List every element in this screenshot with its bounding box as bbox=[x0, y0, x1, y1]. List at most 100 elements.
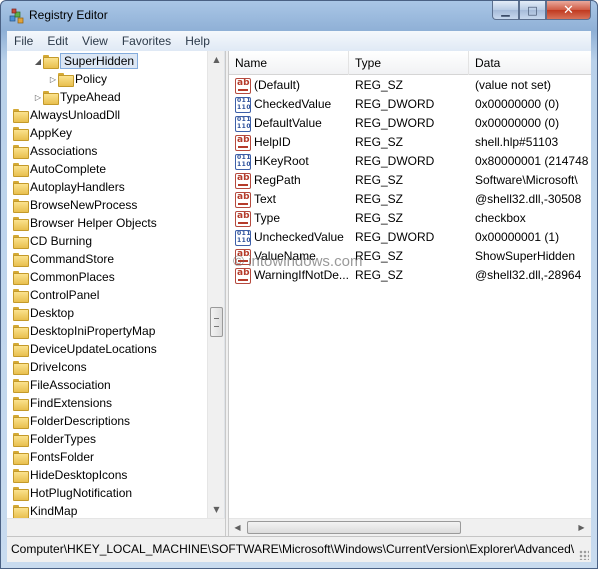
tree-item-label: FolderTypes bbox=[30, 432, 97, 446]
tree-item[interactable]: DesktopIniPropertyMap bbox=[13, 322, 155, 340]
menu-favorites[interactable]: Favorites bbox=[115, 34, 178, 48]
tree-item[interactable]: AutoComplete bbox=[13, 160, 106, 178]
menu-file[interactable]: File bbox=[7, 34, 40, 48]
tree-item-label: FolderDescriptions bbox=[30, 414, 131, 428]
close-button[interactable]: ✕ bbox=[546, 1, 591, 20]
tree-item[interactable]: HideDesktopIcons bbox=[13, 466, 127, 484]
tree-item[interactable]: DeviceUpdateLocations bbox=[13, 340, 157, 358]
value-data: ShowSuperHidden bbox=[475, 249, 576, 263]
value-type: REG_SZ bbox=[355, 135, 404, 149]
scroll-down-arrow-icon[interactable]: ▼ bbox=[208, 501, 224, 518]
tree-item[interactable]: ControlPanel bbox=[13, 286, 99, 304]
expanded-arrow-icon[interactable]: ◢ bbox=[33, 57, 43, 66]
folder-icon bbox=[13, 469, 29, 483]
folder-icon bbox=[13, 253, 29, 267]
value-type: REG_SZ bbox=[355, 249, 404, 263]
value-data: 0x00000000 (0) bbox=[475, 116, 560, 130]
folder-icon bbox=[13, 235, 29, 249]
client-area: ◢ SuperHidden ▷ Policy ▷ TypeAhead Alway… bbox=[7, 51, 591, 536]
values-list[interactable]: Name Type Data (Default) REG_SZ (value not… bbox=[229, 51, 591, 518]
tree-item-policy[interactable]: ▷ Policy bbox=[48, 70, 107, 88]
tree-item[interactable]: Associations bbox=[13, 142, 97, 160]
folder-icon bbox=[13, 127, 29, 141]
tree-item[interactable]: Browser Helper Objects bbox=[13, 214, 157, 232]
value-type: REG_SZ bbox=[355, 78, 404, 92]
tree-item-label: AppKey bbox=[30, 126, 73, 140]
tree-item-label: DesktopIniPropertyMap bbox=[30, 324, 156, 338]
dword-value-icon bbox=[235, 230, 251, 246]
menu-edit[interactable]: Edit bbox=[40, 34, 75, 48]
tree-item-label: DriveIcons bbox=[30, 360, 87, 374]
tree-item[interactable]: BrowseNewProcess bbox=[13, 196, 137, 214]
tree-horizontal-scrollbar[interactable] bbox=[7, 518, 225, 536]
tree-item-label: CD Burning bbox=[30, 234, 93, 248]
string-value-icon bbox=[235, 135, 251, 151]
tree-item[interactable]: FindExtensions bbox=[13, 394, 112, 412]
menu-help[interactable]: Help bbox=[178, 34, 217, 48]
tree-item[interactable]: HotPlugNotification bbox=[13, 484, 132, 502]
tree-item[interactable]: CD Burning bbox=[13, 232, 92, 250]
tree-item-label: Browser Helper Objects bbox=[30, 216, 157, 230]
column-header-name[interactable]: Name bbox=[229, 51, 349, 75]
watermark: © intowindows.com bbox=[233, 253, 363, 270]
value-row[interactable]: Text REG_SZ @shell32.dll,-30508 bbox=[229, 190, 591, 209]
tree-item[interactable]: FolderDescriptions bbox=[13, 412, 130, 430]
title-bar[interactable]: Registry Editor ▁ □ ✕ bbox=[1, 1, 597, 31]
tree-item[interactable]: AlwaysUnloadDll bbox=[13, 106, 120, 124]
folder-icon bbox=[58, 73, 74, 87]
value-row[interactable]: HKeyRoot REG_DWORD 0x80000001 (2147483 bbox=[229, 152, 591, 171]
folder-icon bbox=[13, 397, 29, 411]
tree-vertical-scrollbar[interactable]: ▲ ▼ bbox=[207, 51, 224, 518]
scrollbar-thumb[interactable] bbox=[247, 521, 461, 534]
folder-icon bbox=[13, 181, 29, 195]
tree-item[interactable]: CommonPlaces bbox=[13, 268, 115, 286]
folder-icon bbox=[13, 415, 29, 429]
value-row[interactable]: Type REG_SZ checkbox bbox=[229, 209, 591, 228]
value-row[interactable]: DefaultValue REG_DWORD 0x00000000 (0) bbox=[229, 114, 591, 133]
folder-icon bbox=[13, 343, 29, 357]
folder-icon bbox=[13, 199, 29, 213]
dword-value-icon bbox=[235, 97, 251, 113]
scrollbar-thumb[interactable] bbox=[210, 307, 223, 337]
folder-icon bbox=[13, 271, 29, 285]
value-name: HelpID bbox=[254, 135, 291, 149]
tree-item[interactable]: KindMap bbox=[13, 502, 77, 518]
collapsed-arrow-icon[interactable]: ▷ bbox=[48, 75, 58, 84]
value-row[interactable]: RegPath REG_SZ Software\Microsoft\ bbox=[229, 171, 591, 190]
tree-item[interactable]: AppKey bbox=[13, 124, 72, 142]
registry-editor-icon bbox=[9, 8, 24, 24]
tree-item[interactable]: AutoplayHandlers bbox=[13, 178, 125, 196]
scroll-right-arrow-icon[interactable]: ▶ bbox=[573, 519, 590, 536]
tree-item[interactable]: DriveIcons bbox=[13, 358, 87, 376]
tree-item-label: HotPlugNotification bbox=[30, 486, 133, 500]
collapsed-arrow-icon[interactable]: ▷ bbox=[33, 93, 43, 102]
tree-item[interactable]: FontsFolder bbox=[13, 448, 94, 466]
value-name: WarningIfNotDe... bbox=[254, 268, 349, 282]
menu-view[interactable]: View bbox=[75, 34, 115, 48]
values-horizontal-scrollbar[interactable]: ◀ ▶ bbox=[229, 518, 591, 536]
value-row[interactable]: HelpID REG_SZ shell.hlp#51103 bbox=[229, 133, 591, 152]
tree-item-label: TypeAhead bbox=[60, 90, 121, 104]
value-row[interactable]: UncheckedValue REG_DWORD 0x00000001 (1) bbox=[229, 228, 591, 247]
tree-item[interactable]: CommandStore bbox=[13, 250, 114, 268]
scroll-up-arrow-icon[interactable]: ▲ bbox=[208, 51, 224, 68]
registry-tree[interactable]: ◢ SuperHidden ▷ Policy ▷ TypeAhead Alway… bbox=[7, 51, 225, 518]
value-name: UncheckedValue bbox=[254, 230, 344, 244]
tree-item-label: FontsFolder bbox=[30, 450, 95, 464]
value-data: checkbox bbox=[475, 211, 526, 225]
minimize-button[interactable]: ▁ bbox=[492, 1, 519, 20]
value-row[interactable]: CheckedValue REG_DWORD 0x00000000 (0) bbox=[229, 95, 591, 114]
column-header-data[interactable]: Data bbox=[469, 51, 591, 75]
resize-grip-icon[interactable] bbox=[579, 550, 589, 560]
value-row[interactable]: (Default) REG_SZ (value not set) bbox=[229, 76, 591, 95]
tree-item-superhidden[interactable]: ◢ SuperHidden bbox=[33, 52, 139, 70]
tree-item[interactable]: FileAssociation bbox=[13, 376, 111, 394]
tree-item[interactable]: FolderTypes bbox=[13, 430, 96, 448]
column-header-type[interactable]: Type bbox=[349, 51, 469, 75]
scroll-left-arrow-icon[interactable]: ◀ bbox=[229, 519, 246, 536]
tree-item-typeahead[interactable]: ▷ TypeAhead bbox=[33, 88, 121, 106]
tree-item[interactable]: Desktop bbox=[13, 304, 74, 322]
value-data: 0x80000001 (2147483 bbox=[475, 154, 589, 168]
maximize-button[interactable]: □ bbox=[519, 1, 546, 20]
value-type: REG_SZ bbox=[355, 268, 404, 282]
